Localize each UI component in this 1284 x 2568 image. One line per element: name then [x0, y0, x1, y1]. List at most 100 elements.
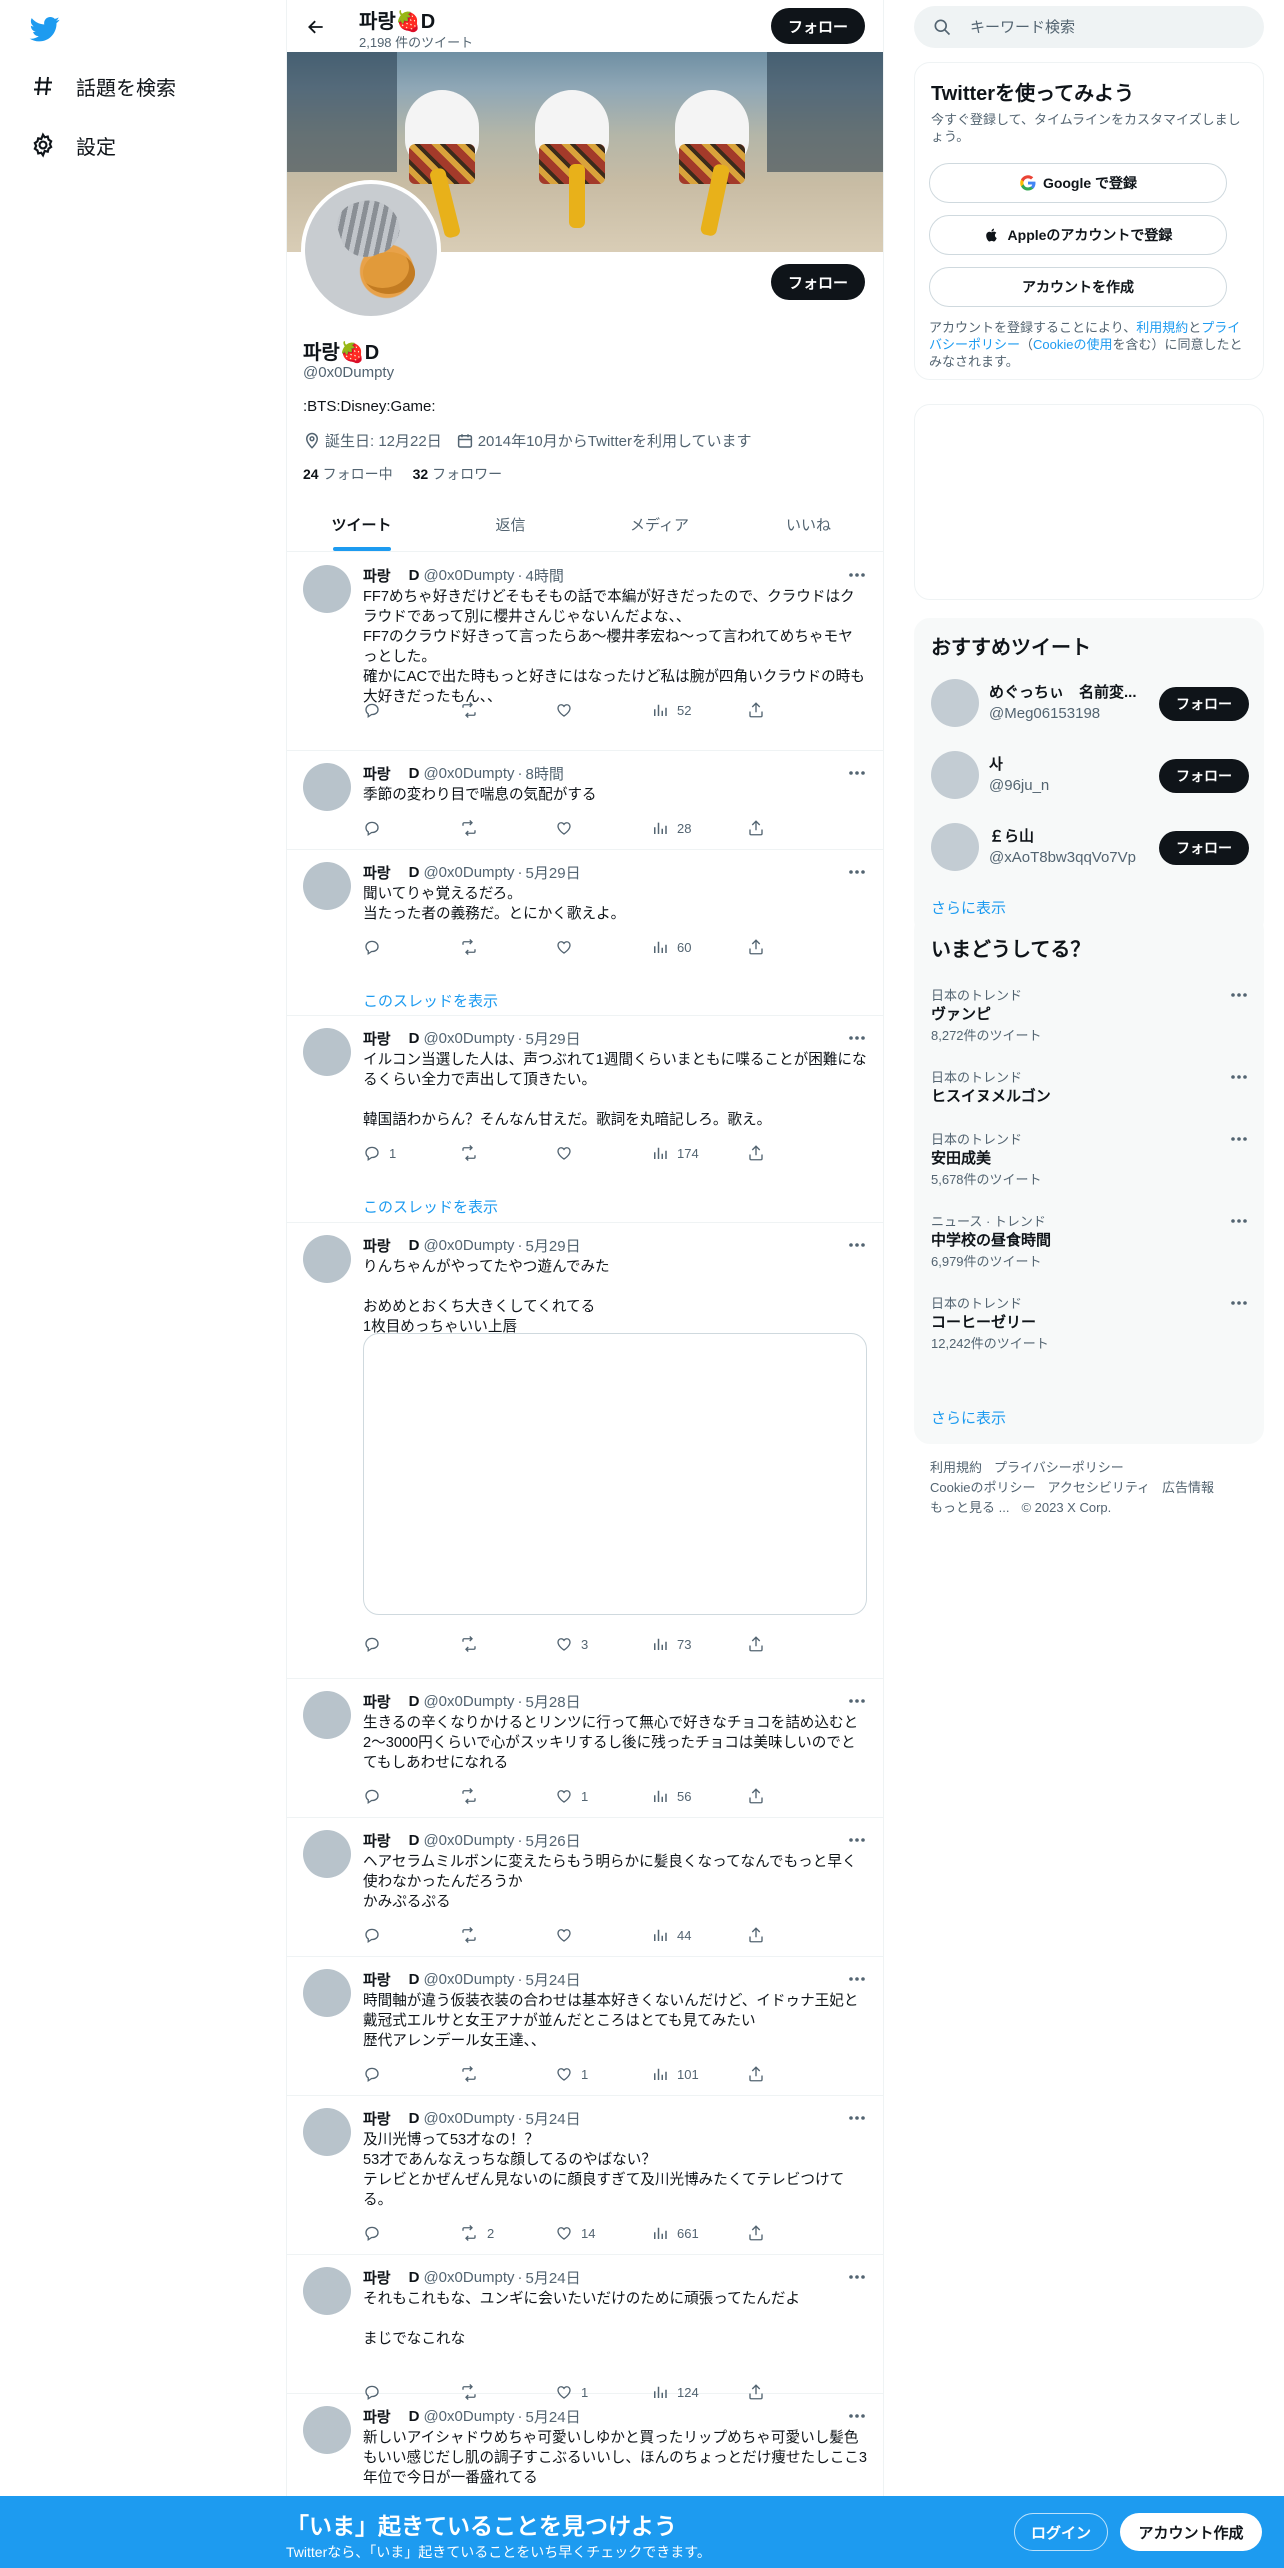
tweet-author-name-suffix[interactable]: D: [409, 2110, 420, 2127]
tweet-author-name[interactable]: 파랑: [363, 565, 391, 586]
like-button[interactable]: 1: [555, 2063, 651, 2085]
tab-likes[interactable]: いいね: [734, 498, 883, 551]
more-options-icon[interactable]: [1229, 985, 1249, 1005]
tweet-media[interactable]: [363, 1333, 867, 1615]
reply-button[interactable]: [363, 1924, 459, 1946]
like-button[interactable]: [555, 936, 651, 958]
reply-button[interactable]: [363, 936, 459, 958]
recommended-user[interactable]: 사 @96ju_n フォロー: [931, 747, 1249, 803]
tweet-timestamp[interactable]: 5月29日: [526, 1028, 581, 1049]
more-options-icon[interactable]: [847, 2108, 867, 2128]
tweet-timestamp[interactable]: 5月24日: [526, 2267, 581, 2288]
followers-link[interactable]: 32 フォロワー: [413, 464, 503, 484]
nav-explore[interactable]: 話題を検索: [28, 66, 176, 106]
tweet[interactable]: 파랑 D @0x0Dumpty · 5月24日 時間軸が違う仮装衣装の合わせは基本好きくな…: [287, 1957, 883, 2096]
more-options-icon[interactable]: [1229, 1293, 1249, 1313]
tweet-author-name[interactable]: 파랑: [363, 2406, 391, 2427]
tweet-author-name-suffix[interactable]: D: [409, 1237, 420, 1254]
tweet-author-name-suffix[interactable]: D: [409, 1832, 420, 1849]
show-thread-link[interactable]: このスレッドを表示: [363, 990, 498, 1011]
footer-cookie[interactable]: Cookieのポリシー: [930, 1480, 1035, 1495]
more-options-icon[interactable]: [847, 1830, 867, 1850]
retweet-button[interactable]: [459, 936, 555, 958]
recommended-follow-button[interactable]: フォロー: [1159, 687, 1249, 721]
tweet-avatar[interactable]: [303, 1235, 351, 1283]
terms-link[interactable]: 利用規約: [1136, 320, 1188, 335]
views-button[interactable]: 661: [651, 2222, 747, 2244]
tweet-avatar[interactable]: [303, 1969, 351, 2017]
trend-item[interactable]: ニュース · トレンド 中学校の昼食時間 6,979件のツイート: [931, 1211, 1249, 1269]
recommended-user-name[interactable]: 사: [989, 753, 1145, 774]
footer-ads[interactable]: 広告情報: [1162, 1480, 1214, 1495]
tweet-author-name[interactable]: 파랑: [363, 763, 391, 784]
tweet-author-handle[interactable]: @0x0Dumpty: [423, 2408, 514, 2425]
more-options-icon[interactable]: [847, 565, 867, 585]
more-options-icon[interactable]: [847, 1969, 867, 1989]
share-button[interactable]: [747, 1785, 771, 1807]
views-button[interactable]: 174: [651, 1142, 747, 1164]
tweet-author-handle[interactable]: @0x0Dumpty: [423, 1971, 514, 1988]
back-arrow-icon[interactable]: [301, 12, 331, 42]
tweet[interactable]: 파랑 D @0x0Dumpty · 5月28日 生きるの辛くなりかけるとリンツに行って無心…: [287, 1679, 883, 1818]
tweet-avatar[interactable]: [303, 1830, 351, 1878]
share-button[interactable]: [747, 1142, 771, 1164]
tweet-avatar[interactable]: [303, 2267, 351, 2315]
recommended-user-avatar[interactable]: [931, 679, 979, 727]
tweet-author-name[interactable]: 파랑: [363, 2267, 391, 2288]
tweet-avatar[interactable]: [303, 565, 351, 613]
trend-item[interactable]: 日本のトレンド 安田成美 5,678件のツイート: [931, 1129, 1249, 1187]
tweet-author-name[interactable]: 파랑: [363, 1830, 391, 1851]
reply-button[interactable]: [363, 2222, 459, 2244]
create-account-button[interactable]: アカウントを作成: [929, 267, 1227, 307]
more-options-icon[interactable]: [847, 862, 867, 882]
profile-avatar[interactable]: [301, 180, 441, 320]
footer-terms[interactable]: 利用規約: [930, 1460, 982, 1475]
recommended-user-avatar[interactable]: [931, 751, 979, 799]
more-options-icon[interactable]: [847, 1235, 867, 1255]
recommended-user[interactable]: ￡ら山 @xAoT8bw3qqVo7Vp フォロー: [931, 819, 1249, 875]
like-button[interactable]: [555, 1924, 651, 1946]
more-options-icon[interactable]: [847, 2406, 867, 2426]
recommended-user[interactable]: めぐっちぃ 名前変... @Meg06153198 フォロー: [931, 675, 1249, 731]
share-button[interactable]: [747, 699, 771, 721]
tweet-timestamp[interactable]: 5月24日: [526, 2108, 581, 2129]
tweet-author-handle[interactable]: @0x0Dumpty: [423, 1030, 514, 1047]
tweet-author-name-suffix[interactable]: D: [409, 1971, 420, 1988]
more-options-icon[interactable]: [847, 1028, 867, 1048]
tweet-author-handle[interactable]: @0x0Dumpty: [423, 765, 514, 782]
tweet-timestamp[interactable]: 4時間: [526, 565, 564, 586]
tweet-avatar[interactable]: [303, 763, 351, 811]
google-signup-button[interactable]: Google で登録: [929, 163, 1227, 203]
retweet-button[interactable]: [459, 1633, 555, 1655]
apple-signup-button[interactable]: Appleのアカウントで登録: [929, 215, 1227, 255]
profile-follow-button[interactable]: フォロー: [771, 264, 865, 300]
cookie-link[interactable]: Cookieの使用: [1033, 337, 1112, 352]
tweet-timestamp[interactable]: 5月24日: [526, 1969, 581, 1990]
tweet-timestamp[interactable]: 5月29日: [526, 862, 581, 883]
tweet-author-name-suffix[interactable]: D: [409, 1030, 420, 1047]
footer-privacy[interactable]: プライバシーポリシー: [994, 1460, 1124, 1475]
show-thread-link[interactable]: このスレッドを表示: [363, 1196, 498, 1217]
like-button[interactable]: [555, 699, 651, 721]
like-button[interactable]: 1: [555, 1785, 651, 1807]
tweet-author-handle[interactable]: @0x0Dumpty: [423, 567, 514, 584]
tweet-avatar[interactable]: [303, 2108, 351, 2156]
tweet-author-name[interactable]: 파랑: [363, 1691, 391, 1712]
trend-item[interactable]: 日本のトレンド コーヒーゼリー 12,242件のツイート: [931, 1293, 1249, 1351]
tweet[interactable]: 파랑 D @0x0Dumpty · 8時間 季節の変わり目で喘息の気配がする 28: [287, 751, 883, 850]
header-follow-button[interactable]: フォロー: [771, 8, 865, 44]
trends-show-more[interactable]: さらに表示: [931, 1407, 1006, 1428]
search-box[interactable]: [914, 6, 1264, 48]
more-options-icon[interactable]: [847, 763, 867, 783]
twitter-bird-icon[interactable]: [28, 14, 62, 44]
tweet-avatar[interactable]: [303, 1691, 351, 1739]
tweet[interactable]: 파랑 D @0x0Dumpty · 5月29日 りんちゃんがやってたやつ遊んでみた おめめ…: [287, 1223, 883, 1679]
trend-item[interactable]: 日本のトレンド ヴァンピ 8,272件のツイート: [931, 985, 1249, 1043]
tweet-avatar[interactable]: [303, 1028, 351, 1076]
tweet[interactable]: 파랑 D @0x0Dumpty · 5月26日 ヘアセラムミルボンに変えたらもう明らかに髪…: [287, 1818, 883, 1957]
tweet-author-name[interactable]: 파랑: [363, 2108, 391, 2129]
views-button[interactable]: 73: [651, 1633, 747, 1655]
recommended-user-name[interactable]: ￡ら山: [989, 825, 1145, 846]
like-button[interactable]: 14: [555, 2222, 651, 2244]
tweet[interactable]: 파랑 D @0x0Dumpty · 5月29日 イルコン当選した人は、声つぶれて1週間くら…: [287, 1016, 883, 1223]
